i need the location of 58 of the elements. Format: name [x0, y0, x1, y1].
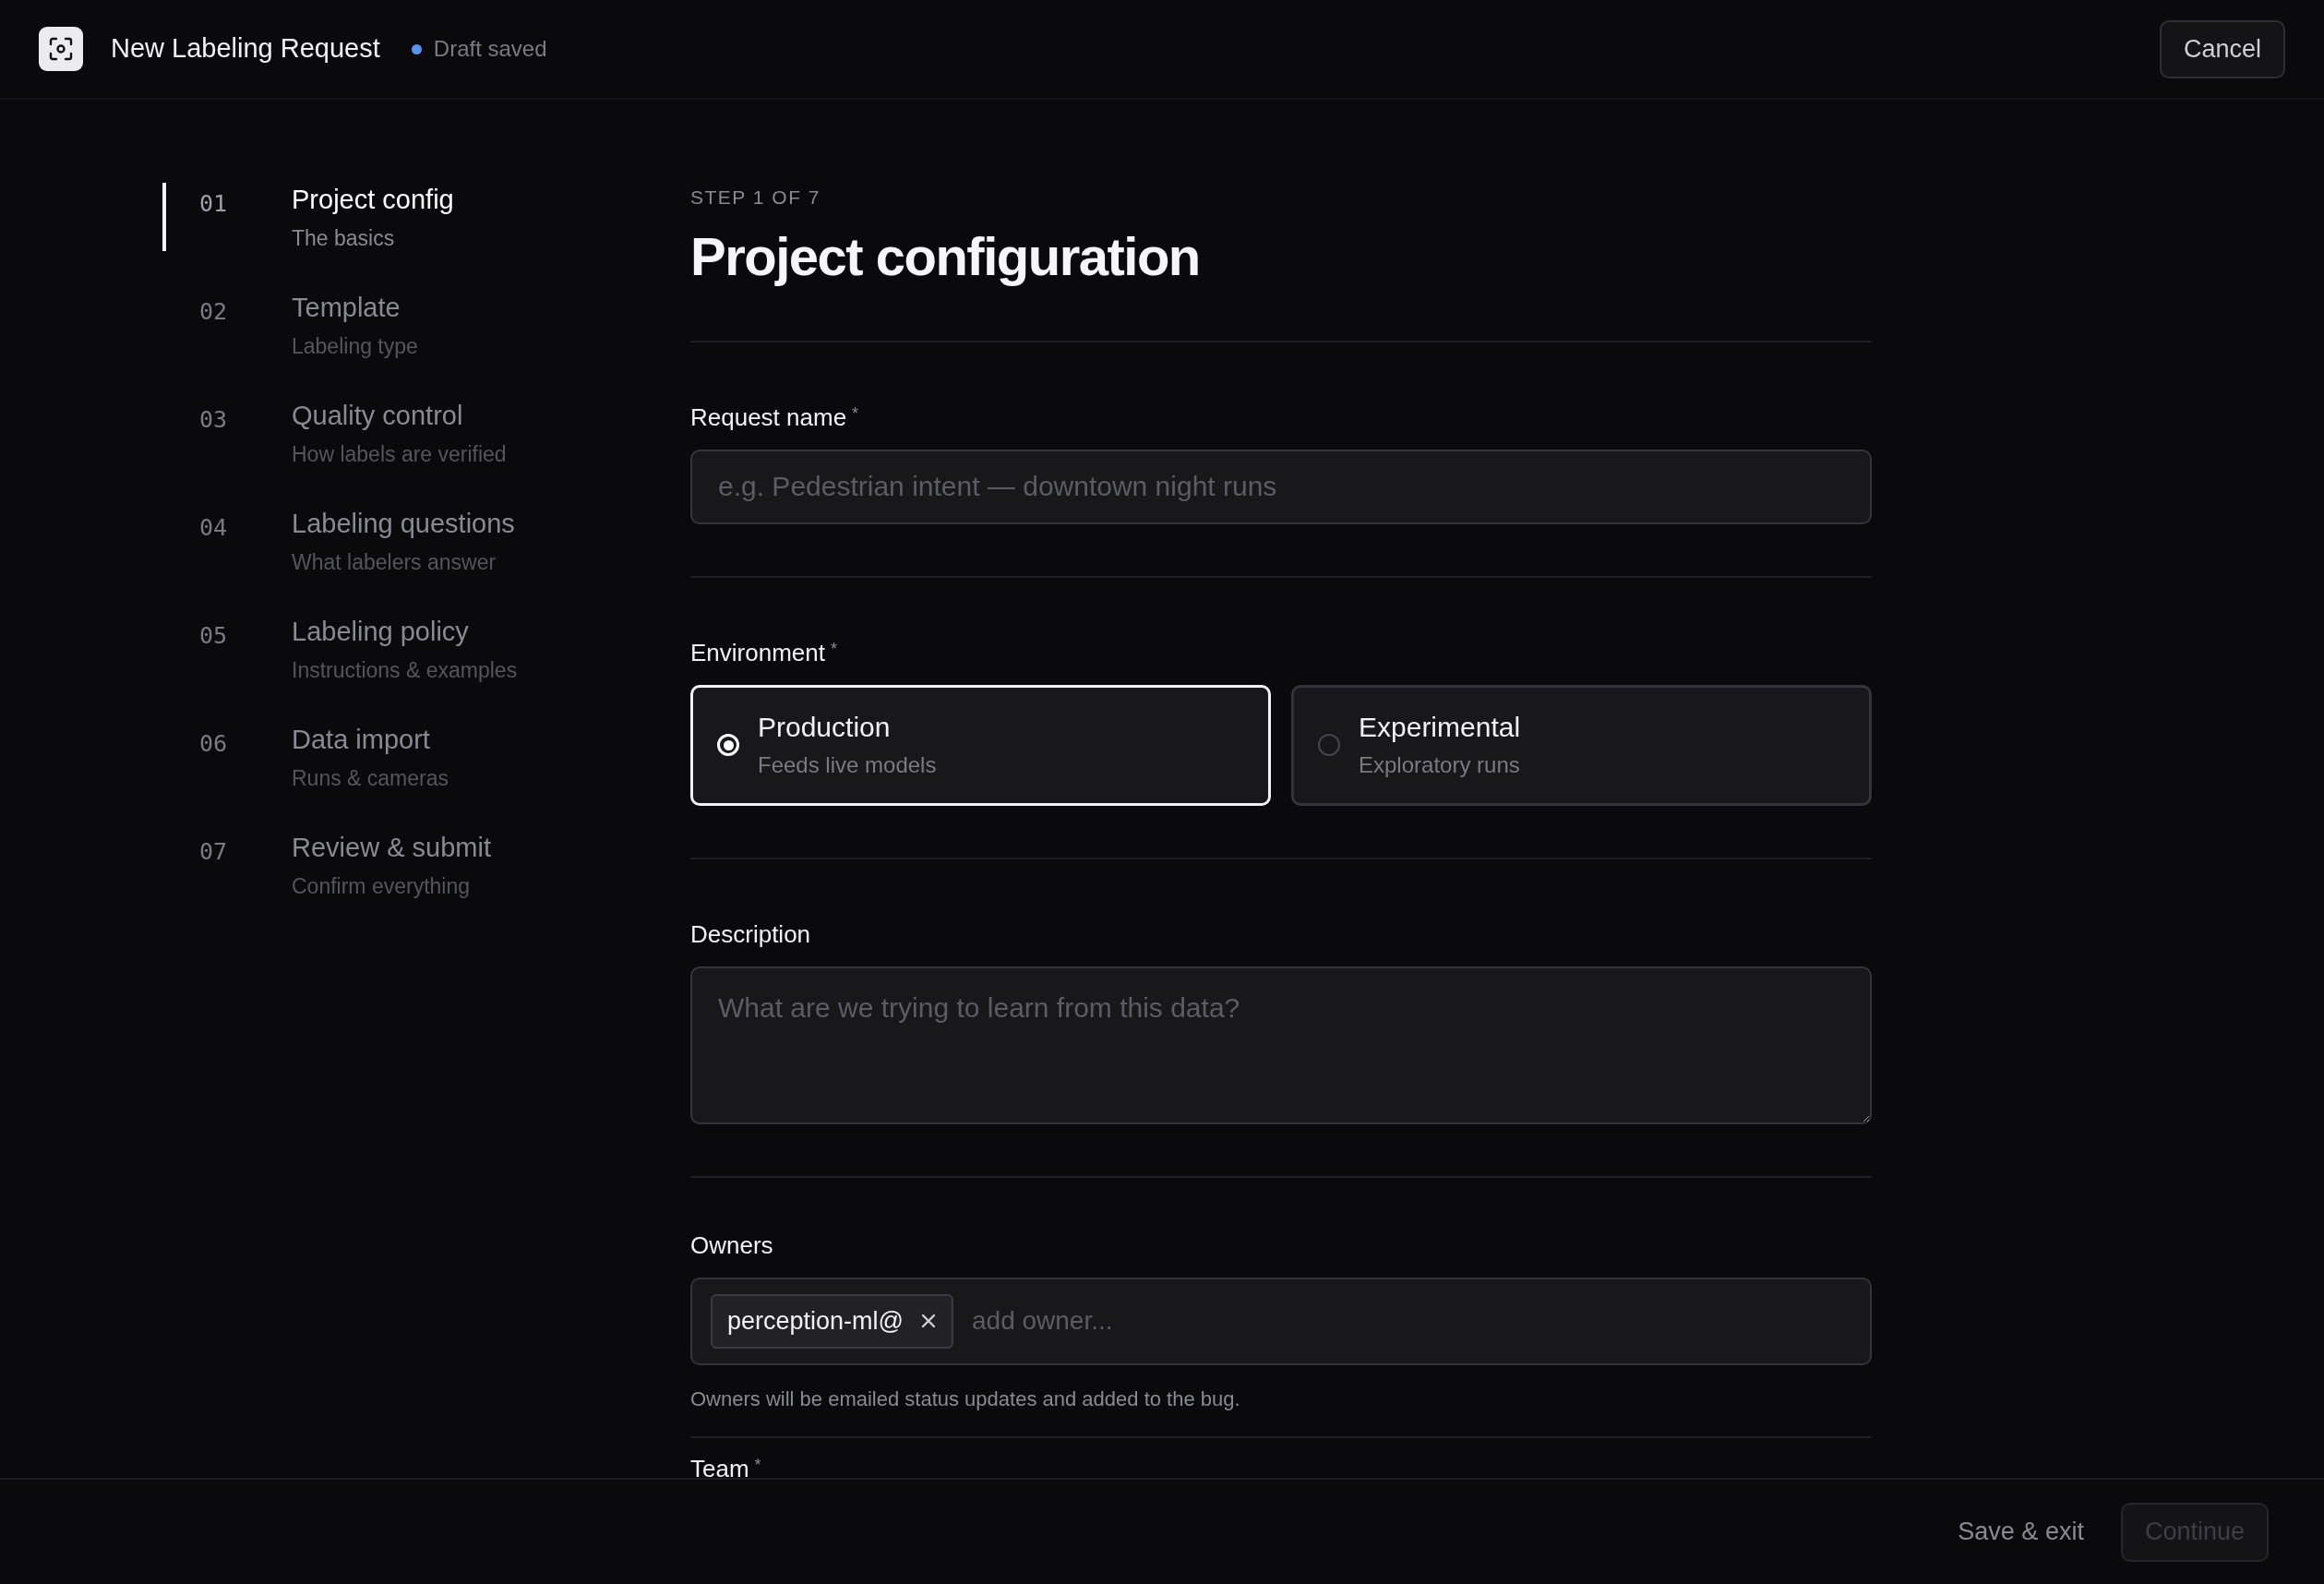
- save-exit-button[interactable]: Save & exit: [1958, 1513, 2084, 1551]
- option-title: Experimental: [1359, 714, 1521, 741]
- step-subtitle: The basics: [292, 225, 396, 252]
- step-title: Labeling policy: [292, 616, 470, 648]
- page-title: New Labeling Request: [111, 32, 380, 66]
- radio-icon: [1318, 734, 1340, 756]
- step-subtitle: How labels are verified: [292, 441, 507, 468]
- step-number: 05: [198, 621, 229, 651]
- step-number: 06: [198, 729, 229, 759]
- helper-text: Owners will be emailed status updates and added to the bug.: [690, 1386, 1241, 1412]
- radio-icon: [717, 734, 739, 756]
- required-mark: *: [754, 1456, 761, 1473]
- step-title: Quality control: [292, 400, 464, 432]
- step-subtitle: Runs & cameras: [292, 765, 449, 792]
- step-item[interactable]: 03 Quality control How labels are verified: [162, 399, 690, 467]
- step-number: 03: [198, 405, 229, 435]
- add-owner-input[interactable]: add owner...: [972, 1302, 1851, 1340]
- step-subtitle: Labeling type: [292, 333, 418, 360]
- field-label: Request name: [690, 404, 847, 429]
- option-subtitle: Feeds live models: [758, 754, 937, 776]
- step-title: Data import: [292, 724, 431, 756]
- request-name-input[interactable]: e.g. Pedestrian intent — downtown night runs: [690, 449, 1872, 524]
- field-label: Owners: [690, 1232, 773, 1257]
- step-title: Review & submit: [292, 832, 491, 864]
- step-item[interactable]: 04 Labeling questions What labelers answer: [162, 507, 690, 575]
- step-item[interactable]: 06 Data import Runs & cameras: [162, 723, 690, 791]
- step-number: 07: [198, 837, 229, 867]
- step-eyebrow: STEP 1 OF 7: [690, 186, 821, 210]
- step-title: Template: [292, 292, 401, 324]
- close-icon[interactable]: [920, 1313, 937, 1329]
- step-subtitle: What labelers answer: [292, 549, 497, 576]
- radio-card[interactable]: Production Feeds live models: [690, 684, 1271, 806]
- field-label: Description: [690, 921, 811, 946]
- step-number: 04: [198, 513, 229, 543]
- draft-status: Draft saved: [433, 35, 547, 63]
- chip-label: perception-ml@: [727, 1305, 904, 1337]
- step-number: 01: [198, 189, 229, 219]
- step-number: 02: [198, 297, 229, 327]
- step-item[interactable]: 05 Labeling policy Instructions & examples: [162, 615, 690, 683]
- step-title: Labeling questions: [292, 508, 515, 540]
- radio-card[interactable]: Experimental Exploratory runs: [1291, 684, 1872, 806]
- option-subtitle: Exploratory runs: [1359, 754, 1521, 776]
- owners-field[interactable]: perception-ml@ add owner...: [690, 1277, 1872, 1365]
- focus-icon: [49, 37, 73, 61]
- page-heading: Project configuration: [690, 224, 1201, 288]
- required-mark: *: [852, 404, 859, 422]
- cancel-button[interactable]: Cancel: [2159, 19, 2285, 78]
- step-item[interactable]: 01 Project config The basics: [162, 183, 690, 251]
- required-mark: *: [830, 640, 837, 657]
- step-title: Project config: [292, 184, 454, 216]
- step-item[interactable]: 07 Review & submit Confirm everything: [162, 831, 690, 899]
- option-title: Production: [758, 714, 892, 741]
- step-subtitle: Instructions & examples: [292, 657, 518, 684]
- field-label: Team: [690, 1456, 749, 1478]
- step-subtitle: Confirm everything: [292, 873, 472, 900]
- field-label: Environment: [690, 640, 825, 665]
- description-textarea[interactable]: What are we trying to learn from this data?: [690, 966, 1872, 1124]
- step-item[interactable]: 02 Template Labeling type: [162, 291, 690, 359]
